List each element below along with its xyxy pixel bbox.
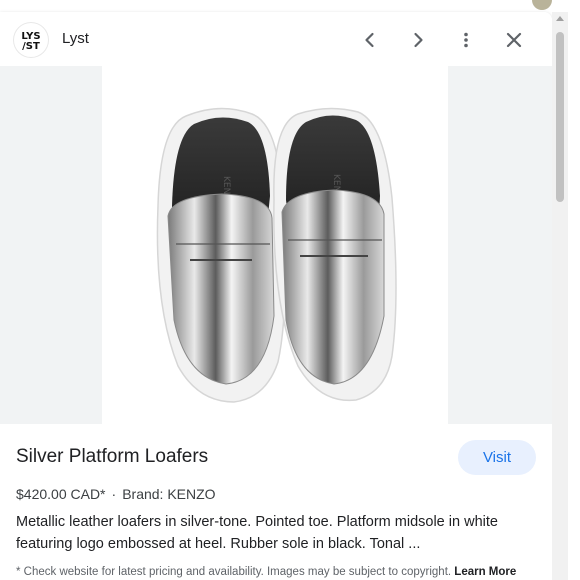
product-image[interactable]: KENZO KENZO [102,66,448,424]
scrollbar[interactable] [552,12,568,580]
more-options-button[interactable] [452,26,480,54]
image-preview-panel: LYS /ST Lyst KENZO Silver Platform Loafe… [0,12,552,580]
lyst-logo-icon: LYS /ST [21,31,40,52]
left-shoe: KENZO [156,107,286,403]
product-price: $420.00 CAD* [16,486,106,502]
logo-text-bottom: /ST [22,41,40,52]
learn-more-link[interactable]: Learn More [454,566,516,578]
loafers-illustration: KENZO KENZO [156,107,397,403]
right-shoe: KENZO [273,107,397,402]
close-button[interactable] [500,26,528,54]
more-vertical-icon [464,32,468,48]
product-image-area[interactable]: KENZO KENZO [0,66,552,424]
product-title: Silver Platform Loafers [16,446,209,467]
separator-dot: · [111,486,117,502]
product-description: Metallic leather loafers in silver-tone.… [16,514,498,552]
account-avatar[interactable] [532,0,552,10]
chevron-left-icon [365,32,374,48]
site-logo[interactable]: LYS /ST [14,23,48,57]
site-name[interactable]: Lyst [62,30,89,47]
disclaimer: * Check website for latest pricing and a… [16,565,536,580]
scroll-up-arrow-icon[interactable] [556,16,564,21]
next-button[interactable] [404,26,432,54]
product-meta: $420.00 CAD* · Brand: KENZO [16,486,216,502]
visit-button[interactable]: Visit [458,440,536,475]
scrollbar-thumb[interactable] [556,32,564,202]
previous-button[interactable] [356,26,384,54]
chevron-right-icon [414,32,423,48]
disclaimer-text: * Check website for latest pricing and a… [16,566,452,578]
close-icon [506,32,522,48]
product-brand: Brand: KENZO [122,486,216,502]
panel-header: LYS /ST Lyst [0,12,552,66]
